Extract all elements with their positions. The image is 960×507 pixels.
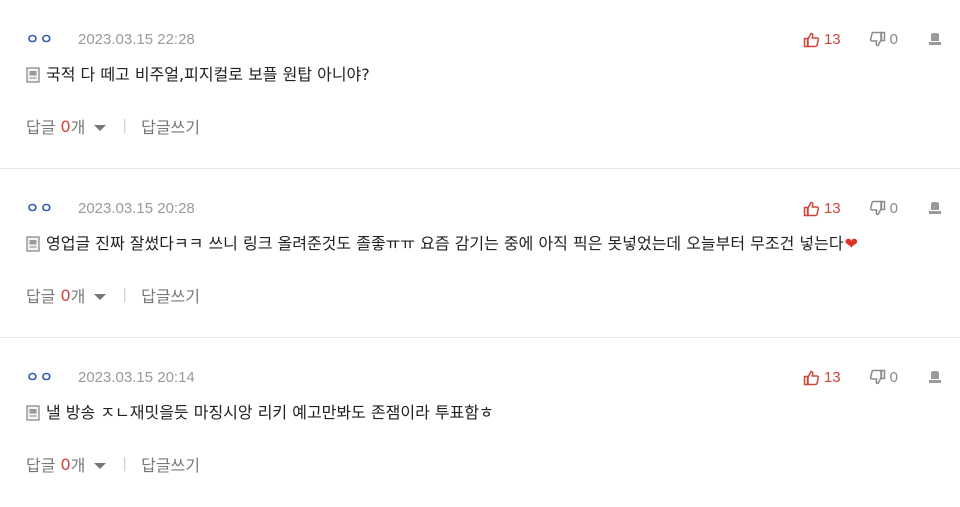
downvote-button[interactable]: 0 <box>869 31 898 48</box>
reply-toggle-button[interactable]: 답글 0 개 <box>26 114 107 138</box>
thumbs-up-icon <box>803 370 820 385</box>
downvote-count: 0 <box>889 368 898 386</box>
comment-text: 낼 방송 ㅈㄴ재밋을듯 마징시앙 리키 예고만봐도 존잼이라 투표함ㅎ <box>46 403 494 422</box>
divider: | <box>122 118 128 134</box>
write-reply-button[interactable]: 답글쓰기 <box>141 452 200 476</box>
comment-text: 국적 다 떼고 비주얼,피지컬로 보플 원탑 아니야? <box>46 65 370 84</box>
reply-count: 0 <box>60 116 71 136</box>
report-icon[interactable] <box>928 32 942 46</box>
reply-unit: 개 <box>70 456 86 475</box>
upvote-count: 13 <box>823 30 841 48</box>
thumbs-up-icon <box>803 201 820 216</box>
reply-toggle-button[interactable]: 답글 0 개 <box>26 452 107 476</box>
comment-meta: ㅇㅇ 2023.03.15 22:28 13 0 <box>26 29 942 49</box>
reply-unit: 개 <box>70 287 86 306</box>
downvote-count: 0 <box>889 30 898 48</box>
comment-actions: 13 0 <box>803 369 942 386</box>
reply-bar: 답글 0 개 | 답글쓰기 <box>26 283 200 307</box>
chevron-down-icon <box>94 462 107 469</box>
reply-label: 답글 <box>26 456 56 475</box>
comment-actions: 13 0 <box>803 31 942 48</box>
report-icon[interactable] <box>928 370 942 384</box>
comment-date: 2023.03.15 20:14 <box>78 368 195 386</box>
chevron-down-icon <box>94 293 107 300</box>
comment-item: ㅇㅇ 2023.03.15 22:28 13 0 국적 다 떼고 비주얼,피지컬… <box>0 0 960 169</box>
comment-author[interactable]: ㅇㅇ <box>26 367 66 387</box>
chevron-down-icon <box>94 124 107 131</box>
comment-item: ㅇㅇ 2023.03.15 20:14 13 0 낼 방송 ㅈㄴ재밋을듯 마징시… <box>0 338 960 507</box>
comment-actions: 13 0 <box>803 200 942 217</box>
comment-meta: ㅇㅇ 2023.03.15 20:14 13 0 <box>26 367 942 387</box>
downvote-button[interactable]: 0 <box>869 200 898 217</box>
comment-text: 영업글 진짜 잘썼다ㅋㅋ 쓰니 링크 올려준것도 졸좋ㅠㅠ 요즘 감기는 중에 … <box>46 234 844 253</box>
comment-date: 2023.03.15 20:28 <box>78 199 195 217</box>
heart-emoji: ❤ <box>844 234 858 253</box>
report-icon[interactable] <box>928 201 942 215</box>
thumbs-down-icon <box>869 369 885 384</box>
downvote-button[interactable]: 0 <box>869 369 898 386</box>
document-icon <box>26 236 40 252</box>
upvote-button[interactable]: 13 <box>803 31 841 48</box>
comment-content: 영업글 진짜 잘썼다ㅋㅋ 쓰니 링크 올려준것도 졸좋ㅠㅠ 요즘 감기는 중에 … <box>26 233 940 255</box>
thumbs-up-icon <box>803 32 820 47</box>
reply-unit: 개 <box>70 118 86 137</box>
upvote-button[interactable]: 13 <box>803 200 841 217</box>
thumbs-down-icon <box>869 31 885 46</box>
comment-item: ㅇㅇ 2023.03.15 20:28 13 0 영업글 진짜 잘썼다ㅋㅋ 쓰니… <box>0 169 960 338</box>
write-reply-button[interactable]: 답글쓰기 <box>141 114 200 138</box>
document-icon <box>26 67 40 83</box>
comment-author[interactable]: ㅇㅇ <box>26 29 66 49</box>
reply-toggle-button[interactable]: 답글 0 개 <box>26 283 107 307</box>
thumbs-down-icon <box>869 200 885 215</box>
divider: | <box>122 287 128 303</box>
document-icon <box>26 405 40 421</box>
reply-count: 0 <box>60 454 71 474</box>
comment-author[interactable]: ㅇㅇ <box>26 198 66 218</box>
comment-meta: ㅇㅇ 2023.03.15 20:28 13 0 <box>26 198 942 218</box>
reply-label: 답글 <box>26 118 56 137</box>
reply-bar: 답글 0 개 | 답글쓰기 <box>26 114 200 138</box>
upvote-button[interactable]: 13 <box>803 369 841 386</box>
comment-date: 2023.03.15 22:28 <box>78 30 195 48</box>
comment-content: 낼 방송 ㅈㄴ재밋을듯 마징시앙 리키 예고만봐도 존잼이라 투표함ㅎ <box>26 402 940 424</box>
divider: | <box>122 456 128 472</box>
reply-count: 0 <box>60 285 71 305</box>
reply-bar: 답글 0 개 | 답글쓰기 <box>26 452 200 476</box>
reply-label: 답글 <box>26 287 56 306</box>
upvote-count: 13 <box>823 199 841 217</box>
upvote-count: 13 <box>823 368 841 386</box>
comment-content: 국적 다 떼고 비주얼,피지컬로 보플 원탑 아니야? <box>26 64 940 86</box>
write-reply-button[interactable]: 답글쓰기 <box>141 283 200 307</box>
downvote-count: 0 <box>889 199 898 217</box>
